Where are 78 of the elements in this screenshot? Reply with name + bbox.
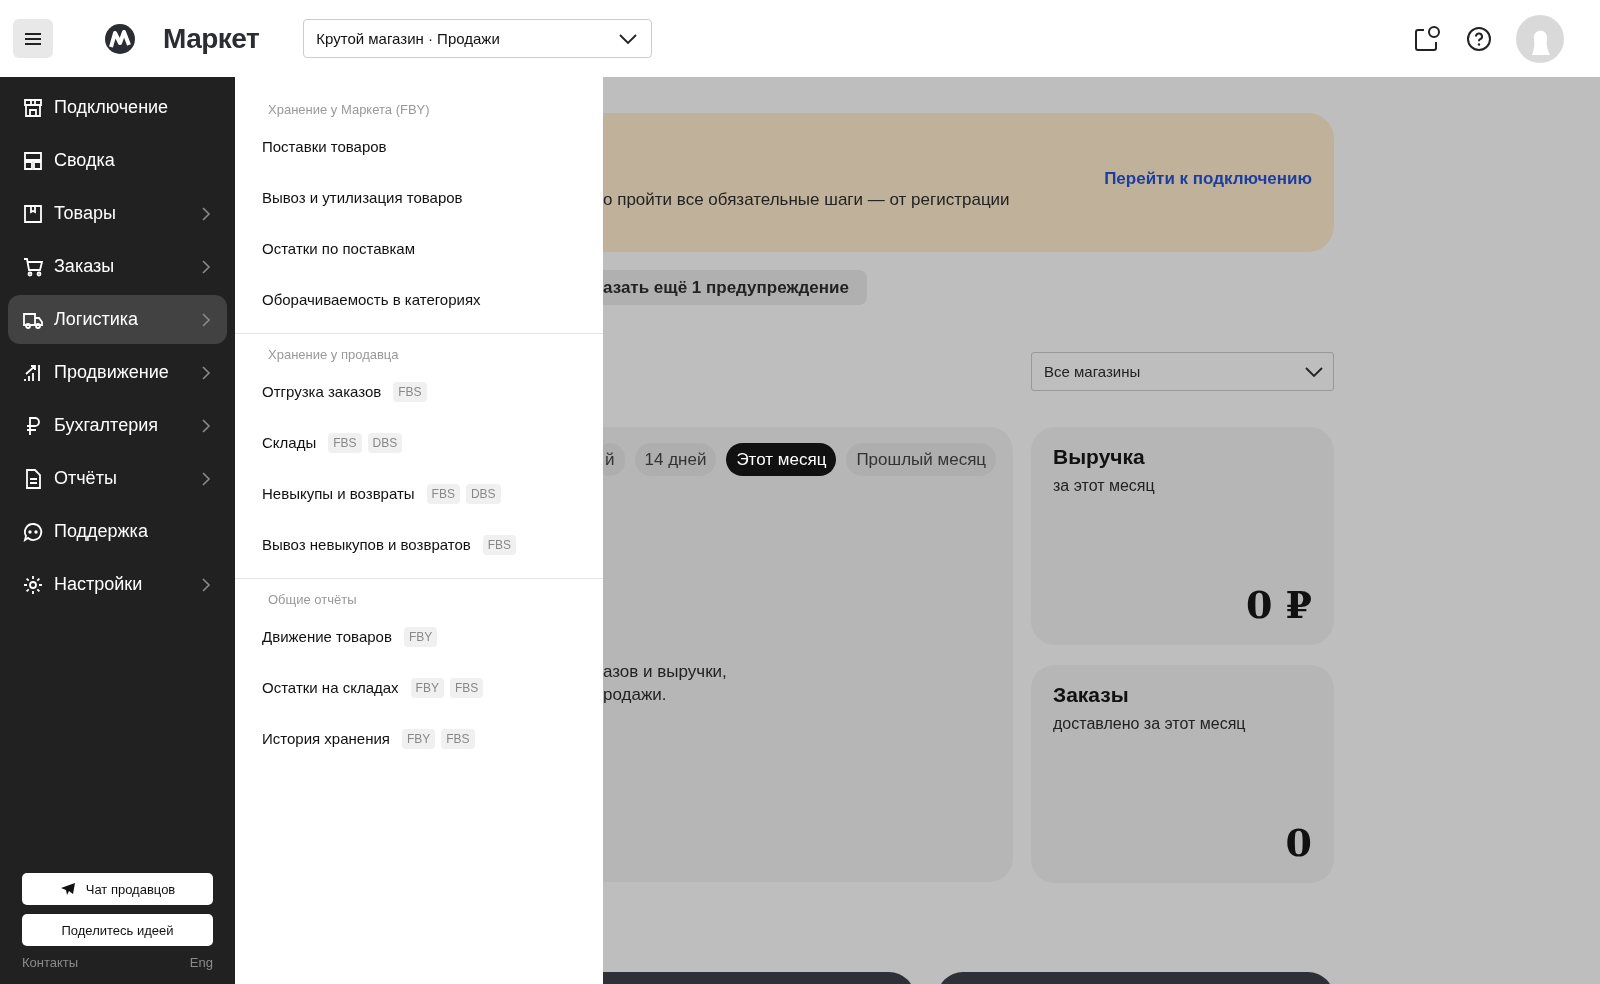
store-icon [22, 96, 44, 119]
chevron-right-icon [201, 258, 211, 275]
send-icon [59, 882, 76, 896]
idea-button[interactable]: Поделитесь идеей [22, 914, 213, 946]
menu-item[interactable]: Отгрузка заказов [262, 383, 382, 400]
menu-item[interactable]: История хранения [262, 730, 390, 747]
chat-button[interactable]: Чат продавцов [22, 873, 213, 905]
section-heading: Общие отчёты [267, 591, 358, 609]
chevron-right-icon [201, 470, 211, 487]
tag: FBS [441, 728, 475, 749]
sidebar-item[interactable]: Продвижение [8, 348, 227, 397]
banner-text: о пройти все обязательные шаги — от регистрации [603, 189, 1010, 210]
sidebar-item[interactable]: Товары [8, 189, 227, 238]
sidebar-item[interactable]: Поддержка [8, 507, 227, 556]
sidebar-item[interactable]: Отчёты [8, 454, 227, 503]
footer-link[interactable]: Контакты [22, 955, 79, 970]
chevron-right-icon [201, 417, 211, 434]
tag: FBY [403, 626, 438, 647]
menu-item[interactable]: Движение товаров [262, 628, 392, 645]
store-select[interactable]: Крутой магазин · Продажи [303, 19, 653, 58]
chevron-down-icon [619, 33, 638, 44]
dashboard-icon [22, 149, 44, 172]
chevron-right-icon [201, 205, 211, 222]
connect-link[interactable]: Перейти к подключению [1104, 113, 1312, 189]
chevron-down-icon [1305, 366, 1323, 377]
tag: FBS [393, 381, 427, 402]
help-icon[interactable] [1466, 25, 1492, 52]
empty-text: родажи. [603, 684, 668, 706]
menu-item[interactable]: Вывоз невыкупов и возвратов [262, 536, 471, 553]
chat-icon [22, 520, 44, 543]
chevron-right-icon [201, 311, 211, 328]
tag: FBS [426, 483, 460, 504]
menu-icon [24, 31, 42, 46]
period-tab[interactable]: Прошлый месяц [846, 443, 997, 476]
logo-text: Маркет [163, 22, 260, 55]
sidebar-item[interactable]: Логистика [8, 295, 227, 344]
tag: FBS [449, 677, 484, 698]
box-icon [22, 202, 44, 225]
section-heading: Хранение у продавца [267, 346, 400, 364]
menu-item[interactable]: Невыкупы и возвраты [262, 485, 415, 502]
section-heading: Хранение у Маркета (FBY) [267, 101, 431, 119]
tag: FBS [328, 432, 362, 453]
sidebar-item[interactable]: Настройки [8, 560, 227, 609]
notification-icon[interactable] [1412, 23, 1442, 54]
period-tab[interactable]: Этот месяц [726, 443, 837, 476]
period-tab[interactable]: 14 дней [634, 443, 717, 476]
tag: FBY [410, 677, 444, 698]
period-tab[interactable]: й [603, 443, 625, 476]
stat-subtitle: за этот месяц [1053, 477, 1156, 495]
gear-icon [22, 573, 44, 596]
show-more-button[interactable]: азать ещё 1 предупреждение [603, 270, 867, 305]
store-filter-select[interactable]: Все магазины [1031, 352, 1334, 391]
stat-subtitle: доставлено за этот месяц [1053, 715, 1247, 733]
chevron-right-icon [201, 364, 211, 381]
menu-item[interactable]: Вывоз и утилизация товаров [262, 189, 463, 206]
tag: FBY [401, 728, 436, 749]
chevron-right-icon [201, 576, 211, 593]
cart-icon [22, 255, 44, 278]
menu-item[interactable]: Оборачиваемость в категориях [262, 291, 481, 308]
menu-item[interactable]: Склады [262, 434, 317, 451]
menu-button[interactable] [13, 19, 53, 58]
sidebar-item[interactable]: Бухгалтерия [8, 401, 227, 450]
tag: DBS [465, 483, 501, 504]
stat-value: 0 ₽ [1245, 582, 1312, 627]
stat-title: Заказы [1053, 683, 1130, 707]
menu-item[interactable]: Остатки на складах [262, 679, 399, 696]
footer-link[interactable]: Eng [189, 955, 213, 970]
sidebar-item[interactable]: Заказы [8, 242, 227, 291]
tag: FBS [482, 534, 517, 555]
menu-item[interactable]: Остатки по поставкам [262, 240, 416, 257]
stat-value: 0 [1285, 820, 1312, 865]
tag: DBS [367, 432, 403, 453]
logo-icon [104, 22, 136, 55]
sidebar-item[interactable]: Сводка [8, 136, 227, 185]
stat-title: Выручка [1053, 445, 1146, 469]
menu-item[interactable]: Поставки товаров [262, 138, 387, 155]
empty-text: азов и выручки, [603, 661, 728, 683]
sidebar-item[interactable]: Подключение [8, 83, 227, 132]
